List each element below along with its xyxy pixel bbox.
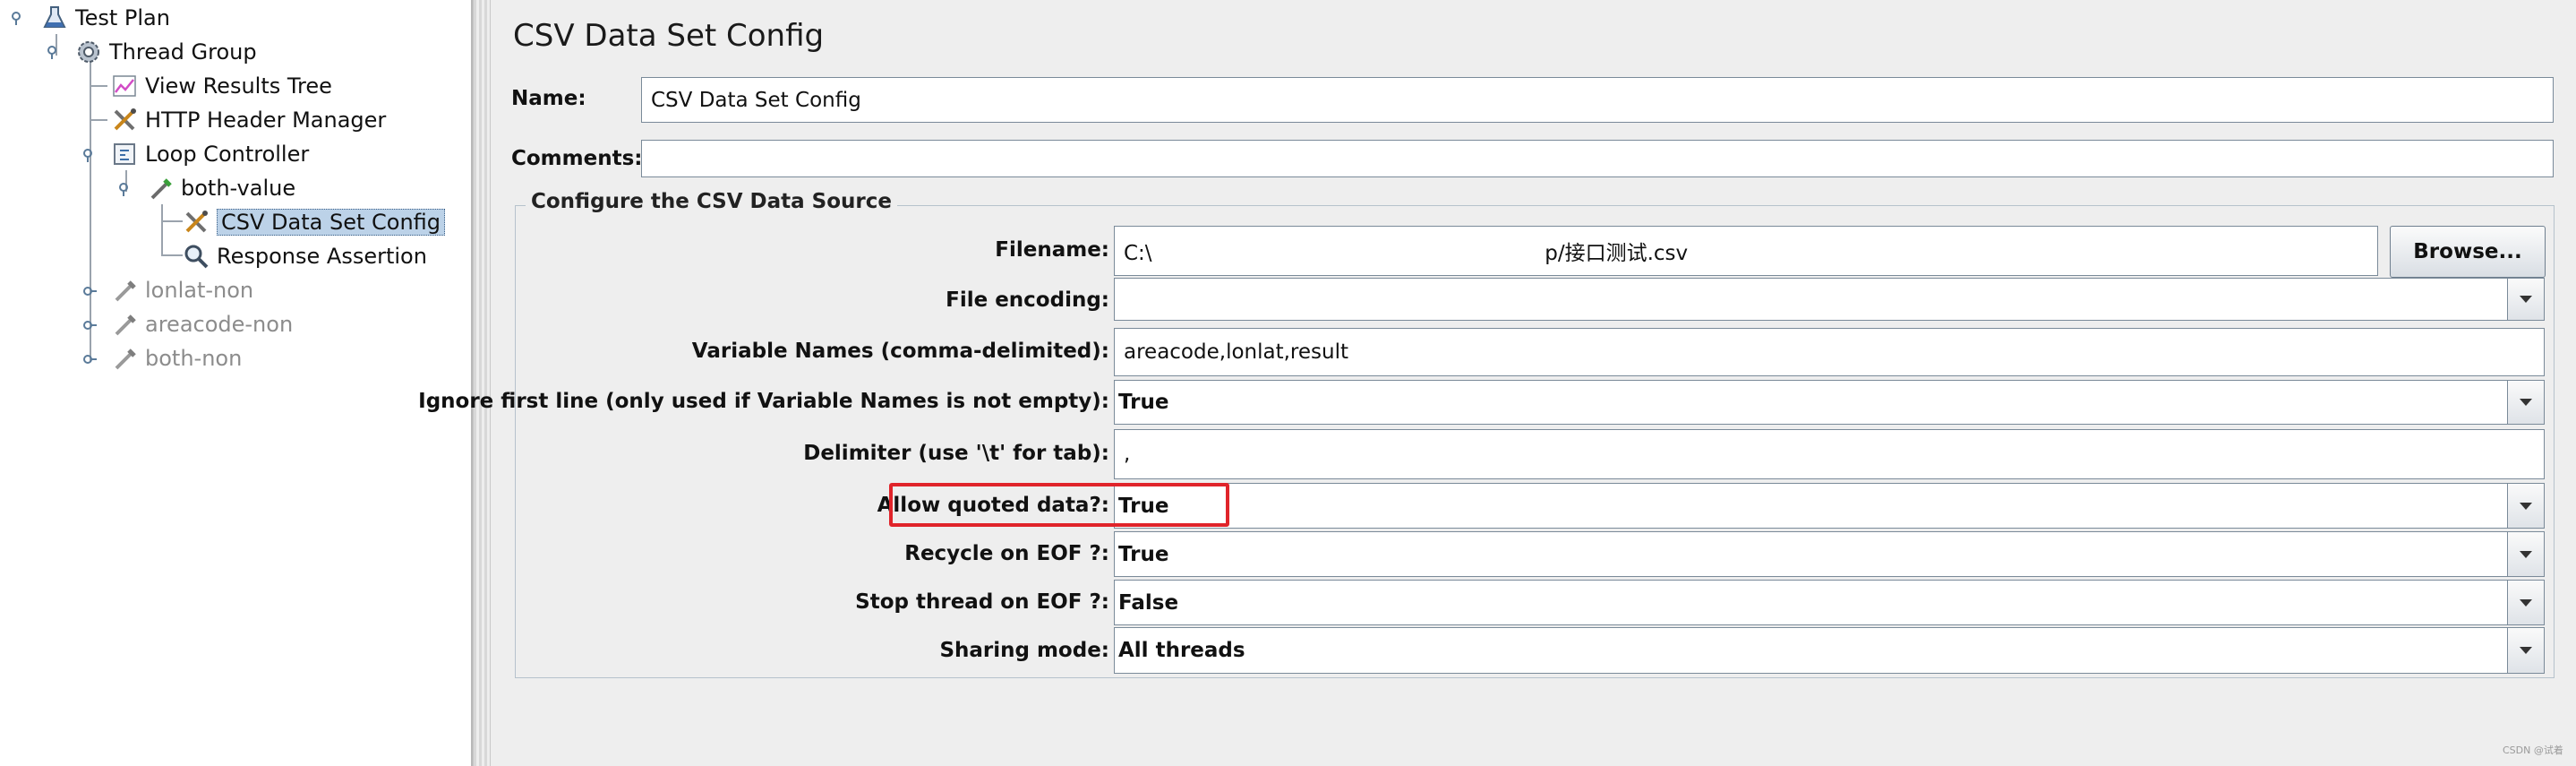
stop-thread-on-eof-label: Stop thread on EOF ?:: [855, 590, 1109, 614]
stop-thread-on-eof-combo[interactable]: False: [1114, 580, 2545, 625]
filename-field[interactable]: C:\ p/接口测试.csv: [1114, 226, 2378, 276]
tree-node-lonlat-non[interactable]: lonlat-non: [109, 273, 253, 307]
tree-connector: [161, 220, 183, 222]
tree-node-areacode-non[interactable]: areacode-non: [109, 307, 293, 341]
tree-node-label: HTTP Header Manager: [145, 108, 387, 133]
collapse-handle-icon[interactable]: [82, 352, 97, 366]
loop-controller-icon: [109, 139, 140, 169]
test-plan-flask-icon: [39, 3, 70, 33]
tree-node-both-value[interactable]: both-value: [145, 171, 295, 205]
labels-column: Filename: File encoding: Variable Names …: [418, 0, 1109, 766]
tree-node-label: Thread Group: [109, 39, 257, 65]
chevron-down-icon[interactable]: [2507, 532, 2544, 576]
sharing-mode-combo[interactable]: All threads: [1114, 627, 2545, 674]
chevron-down-icon[interactable]: [2507, 581, 2544, 624]
wrench-screwdriver-icon: [181, 207, 211, 237]
expand-handle-icon[interactable]: [82, 148, 97, 162]
allow-quoted-data-value: True: [1118, 494, 1169, 518]
expand-handle-icon[interactable]: [118, 182, 133, 196]
sampler-pipette-icon: [109, 343, 140, 374]
tree-node-label: View Results Tree: [145, 73, 332, 99]
browse-button[interactable]: Browse...: [2390, 226, 2546, 278]
sampler-pipette-icon: [109, 309, 140, 340]
ignore-first-line-value: True: [1118, 391, 1169, 414]
tree-node-csv-data-set-config[interactable]: CSV Data Set Config: [181, 205, 446, 239]
recycle-on-eof-label: Recycle on EOF ?:: [904, 542, 1109, 565]
delimiter-field[interactable]: ,: [1114, 429, 2545, 479]
file-encoding-label: File encoding:: [946, 288, 1109, 312]
tree-connector: [161, 254, 183, 256]
sampler-pipette-icon: [145, 173, 175, 203]
ignore-first-line-combo[interactable]: True: [1114, 380, 2545, 425]
tree-node-label: Loop Controller: [145, 142, 310, 167]
tree-node-view-results-tree[interactable]: View Results Tree: [109, 69, 332, 103]
pane-splitter[interactable]: [473, 0, 491, 766]
tree-node-label: both-value: [181, 176, 296, 201]
delimiter-label: Delimiter (use '\t' for tab):: [803, 442, 1109, 465]
results-chart-icon: [109, 71, 140, 101]
wrench-screwdriver-icon: [109, 105, 140, 135]
expand-handle-icon[interactable]: [47, 45, 61, 59]
sampler-pipette-icon: [109, 275, 140, 306]
sharing-mode-value: All threads: [1118, 639, 1245, 662]
allow-quoted-data-combo[interactable]: True: [1114, 483, 2545, 529]
stop-thread-on-eof-value: False: [1118, 590, 1179, 615]
tree-node-label: CSV Data Set Config: [217, 209, 446, 236]
file-encoding-combo[interactable]: [1114, 278, 2545, 321]
watermark-text: CSDN @试着: [2503, 744, 2563, 756]
tree-node-loop-controller[interactable]: Loop Controller: [109, 137, 309, 171]
recycle-on-eof-value: True: [1118, 542, 1169, 566]
thread-group-gear-icon: [73, 37, 104, 67]
collapse-handle-icon[interactable]: [82, 318, 97, 332]
recycle-on-eof-combo[interactable]: True: [1114, 531, 2545, 577]
test-plan-tree[interactable]: Test Plan Thread Group View Results Tree…: [0, 0, 473, 766]
tree-node-label: both-non: [145, 346, 243, 371]
filename-label: Filename:: [995, 238, 1109, 262]
ignore-first-line-label: Ignore first line (only used if Variable…: [418, 390, 1109, 413]
tree-node-label: Test Plan: [75, 5, 170, 30]
collapse-handle-icon[interactable]: [82, 284, 97, 298]
tree-connector: [90, 119, 107, 121]
sharing-mode-label: Sharing mode:: [939, 639, 1109, 662]
magnifier-icon: [181, 241, 211, 271]
tree-connector: [90, 85, 107, 87]
tree-node-label: areacode-non: [145, 312, 294, 337]
tree-node-both-non[interactable]: both-non: [109, 341, 242, 375]
tree-connector: [90, 57, 91, 362]
chevron-down-icon[interactable]: [2507, 381, 2544, 424]
tree-node-label: Response Assertion: [217, 244, 427, 269]
variable-names-field[interactable]: areacode,lonlat,result: [1114, 328, 2545, 376]
chevron-down-icon[interactable]: [2507, 484, 2544, 528]
expand-handle-icon[interactable]: [11, 11, 25, 25]
csv-config-panel: CSV Data Set Config Name: CSV Data Set C…: [418, 0, 2576, 766]
tree-node-http-header-manager[interactable]: HTTP Header Manager: [109, 103, 386, 137]
tree-node-test-plan[interactable]: Test Plan: [39, 1, 170, 35]
variable-names-label: Variable Names (comma-delimited):: [691, 340, 1109, 363]
tree-node-thread-group[interactable]: Thread Group: [73, 35, 257, 69]
tree-node-response-assertion[interactable]: Response Assertion: [181, 239, 427, 273]
tree-connector: [161, 204, 163, 254]
tree-node-label: lonlat-non: [145, 278, 254, 303]
annotation-highlight-box: [889, 483, 1229, 527]
chevron-down-icon[interactable]: [2507, 628, 2544, 673]
chevron-down-icon[interactable]: [2507, 279, 2544, 320]
